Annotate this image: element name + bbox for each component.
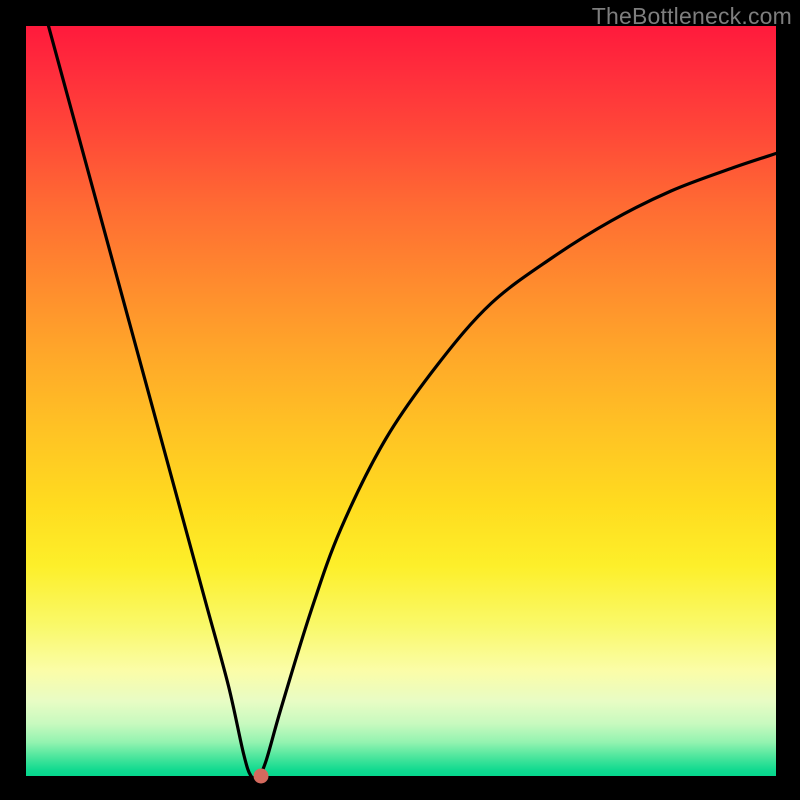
- bottleneck-curve: [26, 26, 776, 776]
- optimal-point-marker: [253, 769, 268, 784]
- chart-area: [26, 26, 776, 776]
- watermark-text: TheBottleneck.com: [592, 3, 792, 30]
